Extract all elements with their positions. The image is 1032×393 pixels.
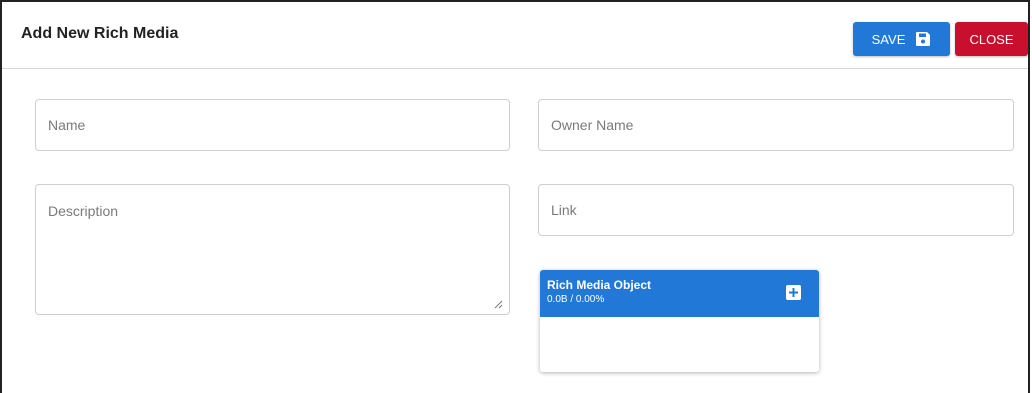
resize-grip-icon[interactable] [494,300,503,309]
rich-media-object-card: Rich Media Object 0.0B / 0.00% [540,270,819,372]
dialog-header: Add New Rich Media SAVE CLOSE [2,2,1028,69]
name-field[interactable] [35,99,510,151]
description-textarea[interactable] [36,185,509,314]
name-input[interactable] [36,100,509,150]
close-button[interactable]: CLOSE [955,22,1028,56]
rich-media-card-body[interactable] [540,317,819,372]
save-icon [916,32,931,46]
owner-name-field[interactable] [538,99,1014,151]
link-field[interactable] [538,184,1014,236]
owner-name-input[interactable] [539,100,1013,150]
description-field[interactable] [35,184,510,315]
dialog: Add New Rich Media SAVE CLOSE Rich Media… [0,0,1030,393]
plus-square-icon[interactable] [786,285,801,300]
dialog-title: Add New Rich Media [21,25,179,42]
rich-media-card-stats: 0.0B / 0.00% [547,294,605,305]
rich-media-card-header: Rich Media Object 0.0B / 0.00% [540,270,819,317]
link-input[interactable] [539,185,1013,235]
save-button-label: SAVE [871,31,906,47]
save-button[interactable]: SAVE [853,22,950,56]
rich-media-card-title: Rich Media Object [547,278,652,292]
